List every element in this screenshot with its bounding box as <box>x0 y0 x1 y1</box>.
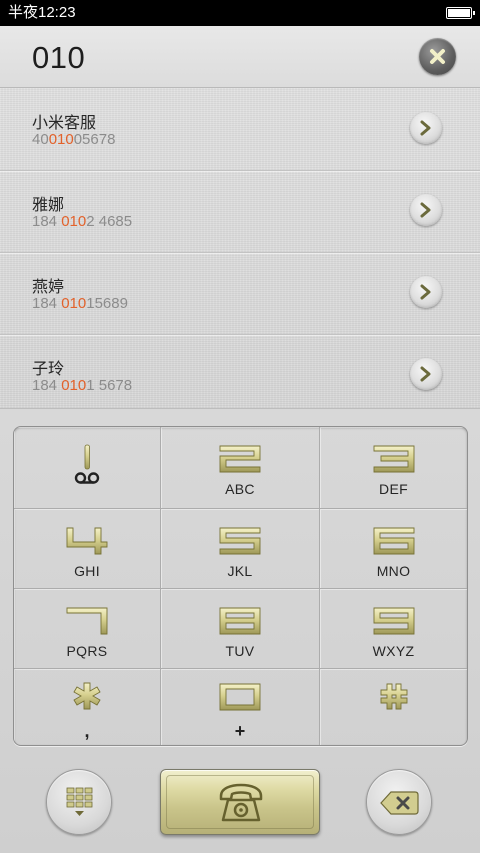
chevron-right-icon <box>420 366 431 382</box>
result-row[interactable]: 子玲 184 0101 5678 <box>0 335 480 417</box>
digit-7-glyph <box>66 607 108 635</box>
contact-detail-button[interactable] <box>410 194 442 226</box>
contact-number: 184 0102 4685 <box>32 213 133 230</box>
backspace-icon <box>380 791 419 815</box>
digit-2-glyph <box>219 445 261 473</box>
number-match: 010 <box>48 131 74 148</box>
keypad-toggle-button[interactable] <box>46 769 112 835</box>
result-row[interactable]: 雅娜 184 0102 4685 <box>0 171 480 253</box>
key-hash[interactable] <box>320 669 467 745</box>
number-match: 010 <box>61 377 87 394</box>
contact-detail-button[interactable] <box>410 112 442 144</box>
clear-button[interactable] <box>419 38 456 75</box>
contact-name: 小米客服 <box>32 115 97 132</box>
status-bar: 半夜12:23 <box>0 0 480 26</box>
digit-3-glyph <box>373 445 414 473</box>
chevron-right-icon <box>420 284 431 300</box>
dialpad-icon <box>66 787 93 816</box>
key-letters: GHI <box>74 563 100 579</box>
status-time: 半夜12:23 <box>8 4 76 21</box>
contact-detail-button[interactable] <box>410 276 442 308</box>
key-0[interactable]: + <box>161 669 320 745</box>
close-icon <box>430 49 445 64</box>
key-7[interactable]: PQRS <box>14 589 161 669</box>
dial-input-bar: 010 <box>0 26 480 88</box>
key-1[interactable] <box>14 427 161 509</box>
star-glyph <box>73 682 101 710</box>
key-letters: ABC <box>225 481 255 497</box>
dialed-number[interactable]: 010 <box>32 40 85 76</box>
digit-5-glyph <box>219 527 261 555</box>
number-match: 010 <box>61 213 87 230</box>
chevron-right-icon <box>420 120 431 136</box>
contact-name: 子玲 <box>32 361 65 378</box>
key-letters: DEF <box>379 481 408 497</box>
digit-9-glyph <box>373 607 414 635</box>
number-match: 010 <box>61 295 87 312</box>
key-letters: , <box>84 721 90 741</box>
battery-icon <box>446 7 475 19</box>
digit-1-glyph <box>74 444 100 484</box>
key-letters: JKL <box>227 563 253 579</box>
contact-name: 雅娜 <box>32 197 65 214</box>
contact-detail-button[interactable] <box>410 358 442 390</box>
keypad: ABC DEF GHI JKL MNO PQRS TUV WXYZ , + <box>13 426 468 746</box>
contact-number: 4001005678 <box>32 131 116 148</box>
key-8[interactable]: TUV <box>161 589 320 669</box>
key-letters: MNO <box>376 563 411 579</box>
digit-4-glyph <box>66 527 108 555</box>
telephone-icon <box>219 783 263 822</box>
contact-number: 184 0101 5678 <box>32 377 133 394</box>
key-4[interactable]: GHI <box>14 509 161 589</box>
voicemail-icon <box>74 472 100 484</box>
key-letters: + <box>234 721 246 741</box>
chevron-right-icon <box>420 202 431 218</box>
key-2[interactable]: ABC <box>161 427 320 509</box>
result-row[interactable]: 小米客服 4001005678 <box>0 89 480 171</box>
backspace-button[interactable] <box>366 769 432 835</box>
contact-number: 184 01015689 <box>32 295 128 312</box>
digit-0-glyph <box>219 683 261 711</box>
search-results-list: 小米客服 4001005678 雅娜 184 0102 4685 燕婷 184 … <box>0 89 480 417</box>
digit-6-glyph <box>373 527 414 555</box>
digit-8-glyph <box>219 607 261 635</box>
contact-name: 燕婷 <box>32 279 65 296</box>
key-star[interactable]: , <box>14 669 161 745</box>
key-letters: TUV <box>225 643 255 659</box>
key-9[interactable]: WXYZ <box>320 589 467 669</box>
key-letters: PQRS <box>66 643 108 659</box>
key-5[interactable]: JKL <box>161 509 320 589</box>
key-3[interactable]: DEF <box>320 427 467 509</box>
key-letters: WXYZ <box>372 643 415 659</box>
dialpad-panel: ABC DEF GHI JKL MNO PQRS TUV WXYZ , + <box>0 408 480 853</box>
hash-glyph <box>380 683 407 710</box>
key-6[interactable]: MNO <box>320 509 467 589</box>
call-button[interactable] <box>160 769 320 835</box>
result-row[interactable]: 燕婷 184 01015689 <box>0 253 480 335</box>
